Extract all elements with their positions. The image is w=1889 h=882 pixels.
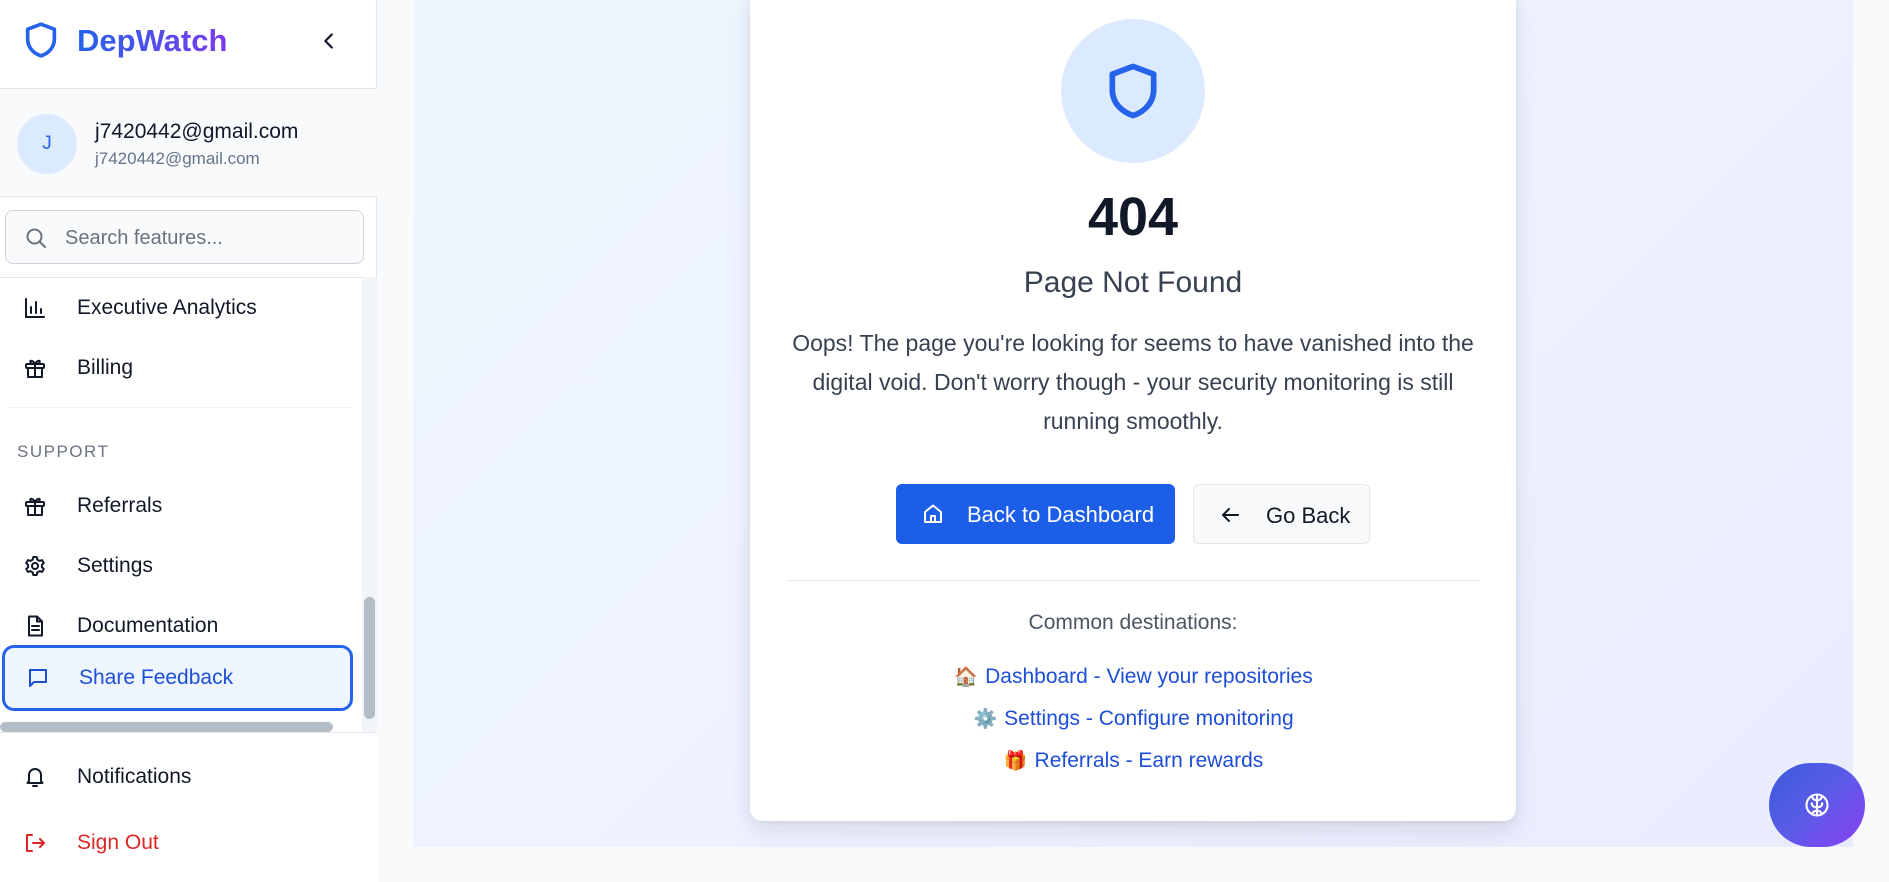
bell-icon <box>26 768 44 787</box>
link-label: Referrals - Earn rewards <box>1034 749 1264 772</box>
button-label: Back to Dashboard <box>967 502 1155 527</box>
link-label: Settings - Configure monitoring <box>1004 707 1294 730</box>
home-icon <box>924 504 942 523</box>
sidebar-item-label: Billing <box>77 356 134 379</box>
sidebar-item-label: Settings <box>77 554 153 577</box>
sidebar-item-label: Sign Out <box>77 831 159 854</box>
bar-chart-icon <box>25 298 45 318</box>
house-icon: 🏠 <box>954 667 979 688</box>
sidebar-item-notifications[interactable]: Notifications <box>0 749 354 805</box>
sidebar-item-label: Referrals <box>77 494 163 517</box>
document-icon <box>28 615 43 637</box>
brand-header: DepWatch <box>0 0 377 89</box>
go-back-button[interactable]: Go Back <box>1193 484 1370 544</box>
search-icon <box>26 228 46 248</box>
user-email: j7420442@gmail.com <box>95 149 260 168</box>
sidebar-item-label: Documentation <box>77 614 219 637</box>
vertical-scrollbar[interactable] <box>364 597 375 719</box>
avatar: J <box>17 114 77 174</box>
user-name: j7420442@gmail.com <box>95 120 299 143</box>
brain-icon <box>1805 793 1829 817</box>
referrals-link[interactable]: 🎁 Referrals - Earn rewards <box>750 749 1516 773</box>
dashboard-link[interactable]: 🏠 Dashboard - View your repositories <box>750 665 1516 689</box>
back-to-dashboard-button[interactable]: Back to Dashboard <box>896 484 1175 544</box>
app-name: DepWatch <box>77 23 228 58</box>
sidebar-nav: Executive Analytics Billing SUPPORT Refe… <box>0 277 377 732</box>
shield-badge <box>1061 19 1205 163</box>
error-message: Oops! The page you're looking for seems … <box>792 330 1474 434</box>
arrow-left-icon <box>1222 508 1239 522</box>
user-profile[interactable]: J j7420442@gmail.com j7420442@gmail.com <box>0 89 377 197</box>
gear-emoji-icon: ⚙️ <box>973 709 998 730</box>
button-label: Go Back <box>1266 503 1351 528</box>
gear-icon <box>25 556 45 576</box>
error-title: Page Not Found <box>1023 266 1243 299</box>
sidebar-footer: Notifications Sign Out <box>0 732 377 882</box>
sidebar-item-referrals[interactable]: Referrals <box>0 478 354 534</box>
shield-icon <box>1109 63 1157 119</box>
collapse-sidebar-button[interactable] <box>314 26 344 56</box>
link-label: Dashboard - View your repositories <box>985 665 1313 688</box>
horizontal-scrollbar[interactable] <box>0 722 333 732</box>
sidebar-item-settings[interactable]: Settings <box>0 538 354 594</box>
sidebar-item-label: Notifications <box>77 765 192 788</box>
sidebar-item-share-feedback[interactable]: Share Feedback <box>2 645 353 711</box>
sign-out-icon <box>26 834 45 852</box>
nav-divider <box>10 407 352 408</box>
divider <box>786 580 1480 581</box>
common-destinations-label: Common destinations: <box>1028 611 1238 634</box>
message-icon <box>29 669 47 687</box>
error-code: 404 <box>1087 187 1179 247</box>
sidebar-item-billing[interactable]: Billing <box>0 340 354 396</box>
sidebar-item-label: Share Feedback <box>79 666 234 689</box>
section-label-support: SUPPORT <box>17 442 110 461</box>
search-box <box>5 210 364 264</box>
sidebar-item-label: Executive Analytics <box>77 296 257 319</box>
sidebar-item-executive-analytics[interactable]: Executive Analytics <box>0 280 354 336</box>
ai-assistant-button[interactable] <box>1769 763 1865 847</box>
sidebar: DepWatch J j7420442@gmail.com j7420442@g… <box>0 0 377 882</box>
gift-emoji-icon: 🎁 <box>1003 751 1028 772</box>
not-found-card: 404 Page Not Found Oops! The page you're… <box>750 0 1516 821</box>
gift-icon <box>25 497 45 516</box>
shield-logo-icon <box>25 22 57 58</box>
gift-icon <box>25 359 45 378</box>
search-input[interactable] <box>65 221 345 255</box>
settings-link[interactable]: ⚙️ Settings - Configure monitoring <box>750 707 1516 731</box>
sign-out-button[interactable]: Sign Out <box>0 815 354 871</box>
chevron-left-icon <box>324 33 333 49</box>
